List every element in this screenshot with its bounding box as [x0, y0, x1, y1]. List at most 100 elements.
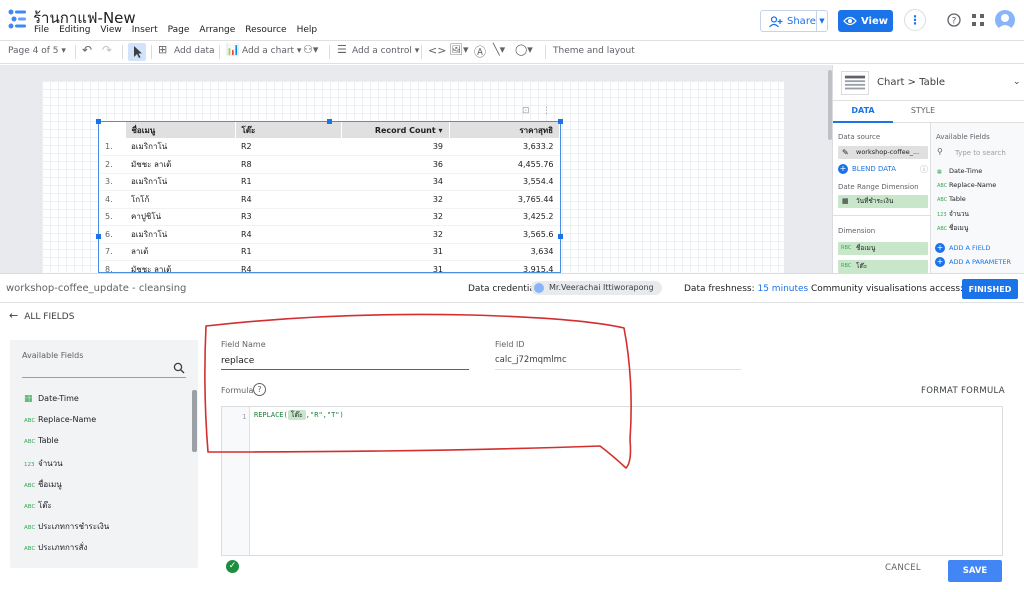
save-button[interactable]: SAVE [948, 560, 1002, 582]
panel-field-item[interactable]: ABC Replace-Name [937, 181, 996, 189]
menu-page[interactable]: Page [168, 25, 190, 35]
add-parameter-button[interactable]: + ADD A PARAMETER [935, 257, 1011, 267]
freshness-value-link[interactable]: 15 minutes [757, 284, 808, 294]
resize-handle[interactable] [558, 234, 563, 239]
formula-field-chip[interactable]: โต๊ะ [287, 410, 306, 420]
table-row[interactable]: 3. อเมริกาโน่ R1 34 3,554.4 [99, 173, 560, 191]
editor-field-item[interactable]: 123 จำนวน [24, 457, 63, 470]
table-row[interactable]: 2. มัชชะ ลาเต้ R8 36 4,455.76 [99, 155, 560, 174]
menu-insert[interactable]: Insert [132, 25, 158, 35]
field-search[interactable]: ⚲ Type to search [935, 147, 1021, 161]
format-formula-button[interactable]: FORMAT FORMULA [921, 386, 1005, 396]
table-row[interactable]: 7. ลาเต้ R1 31 3,634 [99, 243, 560, 261]
panel-field-item[interactable]: ABC ชื่อเมนู [937, 223, 968, 233]
field-name-input[interactable] [221, 352, 469, 370]
cancel-button[interactable]: CANCEL [885, 563, 921, 573]
table-chart[interactable]: ชื่อเมนู โต๊ะ Record Count ▾ ราคาสุทธิ 1… [98, 121, 561, 273]
menu-file[interactable]: File [34, 25, 49, 35]
datasource-name: workshop-coffee_update - cleansing [6, 283, 187, 294]
editor-field-item[interactable]: ABC Table [24, 436, 59, 445]
formula-editor[interactable]: 1 REPLACE(โต๊ะ ,"R","T") [221, 406, 1003, 556]
looker-studio-logo-icon[interactable] [8, 8, 28, 30]
all-fields-back-link[interactable]: ← ALL FIELDS [9, 309, 74, 322]
editor-field-item[interactable]: ▦ Date-Time [24, 394, 79, 404]
chevron-down-icon[interactable]: ⌄ [1013, 77, 1021, 87]
add-control-button[interactable]: Add a control ▾ [352, 46, 419, 56]
dimension-chip[interactable]: RBC ชื่อเมนู [838, 242, 928, 255]
more-options-icon[interactable]: ⋮ [904, 9, 926, 31]
undo-icon[interactable]: ↶ [82, 43, 92, 57]
user-avatar[interactable] [995, 10, 1015, 30]
share-dropdown-icon[interactable]: ▼ [817, 17, 827, 25]
table-row[interactable]: 8. มัชชะ ลาเต้ R4 31 3,915.4 [99, 260, 560, 272]
menu-view[interactable]: View [100, 25, 121, 35]
add-field-button[interactable]: + ADD A FIELD [935, 243, 990, 253]
view-button[interactable]: View [838, 10, 893, 32]
formula-code[interactable]: REPLACE(โต๊ะ ,"R","T") [254, 410, 344, 421]
help-icon[interactable]: ? [253, 383, 266, 396]
editor-field-item[interactable]: ABC Replace-Name [24, 415, 96, 424]
line-icon[interactable]: ╲▾ [493, 43, 505, 56]
shape-icon[interactable]: ◯▾ [515, 43, 533, 56]
add-chart-icon: 📊 [226, 43, 240, 56]
community-viz-icon[interactable]: ⚇▾ [303, 43, 318, 56]
tab-style[interactable]: STYLE [895, 101, 951, 123]
available-fields-column: Available Fields ⚲ Type to search ▦ Date-… [931, 123, 1024, 273]
search-icon[interactable] [173, 362, 185, 374]
resize-handle[interactable] [96, 119, 101, 124]
resize-handle[interactable] [327, 119, 332, 124]
editor-field-name: Replace-Name [38, 415, 97, 424]
editor-field-item[interactable]: ABC ชื่อเมนู [24, 478, 62, 491]
add-data-button[interactable]: Add data [174, 46, 215, 56]
editor-field-item[interactable]: ABC โต๊ะ [24, 499, 52, 512]
data-source-chip[interactable]: ✎ workshop-coffee_... [838, 146, 928, 159]
help-icon[interactable]: ? [947, 13, 961, 27]
field-list-scrollbar[interactable] [192, 390, 197, 452]
panel-field-item[interactable]: 123 จำนวน [937, 209, 969, 219]
dimension-chip[interactable]: RBC โต๊ะ [838, 260, 928, 273]
menu-resource[interactable]: Resource [245, 25, 286, 35]
table-row[interactable]: 6. อเมริกาโน่ R4 32 3,565.6 [99, 225, 560, 244]
finished-button[interactable]: FINISHED [962, 279, 1018, 299]
share-button[interactable]: Share ▼ [760, 10, 828, 32]
plus-icon: + [935, 243, 945, 253]
pencil-icon[interactable]: ✎ [842, 146, 849, 159]
table-chart-icon[interactable] [841, 71, 869, 95]
panel-field-item[interactable]: ABC Table [937, 195, 966, 203]
editor-field-item[interactable]: ABC ประเภทการชำระเงิน [24, 520, 109, 533]
resize-handle[interactable] [96, 234, 101, 239]
date-range-chip[interactable]: ▦ วันที่ชำระเงิน [838, 195, 928, 208]
redo-icon[interactable]: ↷ [102, 43, 112, 57]
embed-code-icon[interactable]: <> [428, 44, 446, 57]
row-index: 5. [99, 208, 125, 226]
table-header-table[interactable]: โต๊ะ [235, 122, 342, 138]
apps-grid-icon[interactable] [971, 13, 985, 27]
blend-data-button[interactable]: + BLEND DATA ⓘ [838, 164, 928, 174]
editor-field-item[interactable]: ABC ประเภทการสั่ง [24, 541, 87, 554]
credentials-user-chip[interactable]: Mr.Veerachai Ittiworapong [531, 281, 662, 295]
resize-handle[interactable] [558, 119, 563, 124]
tab-data[interactable]: DATA [833, 101, 893, 123]
menu-arrange[interactable]: Arrange [199, 25, 235, 35]
cell-table: R4 [235, 190, 341, 209]
table-row[interactable]: 5. คาปูชิโน่ R3 32 3,425.2 [99, 208, 560, 226]
table-header-menu[interactable]: ชื่อเมนู [125, 122, 236, 138]
chart-edit-icon[interactable]: ⊡ [522, 106, 530, 116]
add-chart-button[interactable]: Add a chart ▾ [242, 46, 301, 56]
page-selector[interactable]: Page 4 of 5 ▾ [8, 46, 66, 56]
cell-menu: คาปูชิโน่ [125, 208, 235, 226]
table-header-record-count[interactable]: Record Count ▾ [341, 122, 450, 138]
select-tool-button[interactable] [128, 43, 146, 61]
theme-layout-button[interactable]: Theme and layout [553, 46, 635, 56]
table-row[interactable]: 4. โกโก้ R4 32 3,765.44 [99, 190, 560, 209]
table-row[interactable]: 1. อเมริกาโน่ R2 39 3,633.2 [99, 138, 560, 156]
panel-field-item[interactable]: ▦ Date-Time [937, 167, 982, 175]
help-icon[interactable]: ⓘ [920, 164, 928, 175]
menu-editing[interactable]: Editing [59, 25, 90, 35]
menu-help[interactable]: Help [297, 25, 318, 35]
image-icon[interactable]: 🖼▾ [449, 43, 469, 56]
text-box-icon[interactable]: Ⓐ [474, 43, 486, 60]
table-header-row: ชื่อเมนู โต๊ะ Record Count ▾ ราคาสุทธิ [99, 122, 560, 138]
table-header-price[interactable]: ราคาสุทธิ [449, 122, 560, 138]
chart-more-icon[interactable]: ⋮ [542, 106, 551, 116]
